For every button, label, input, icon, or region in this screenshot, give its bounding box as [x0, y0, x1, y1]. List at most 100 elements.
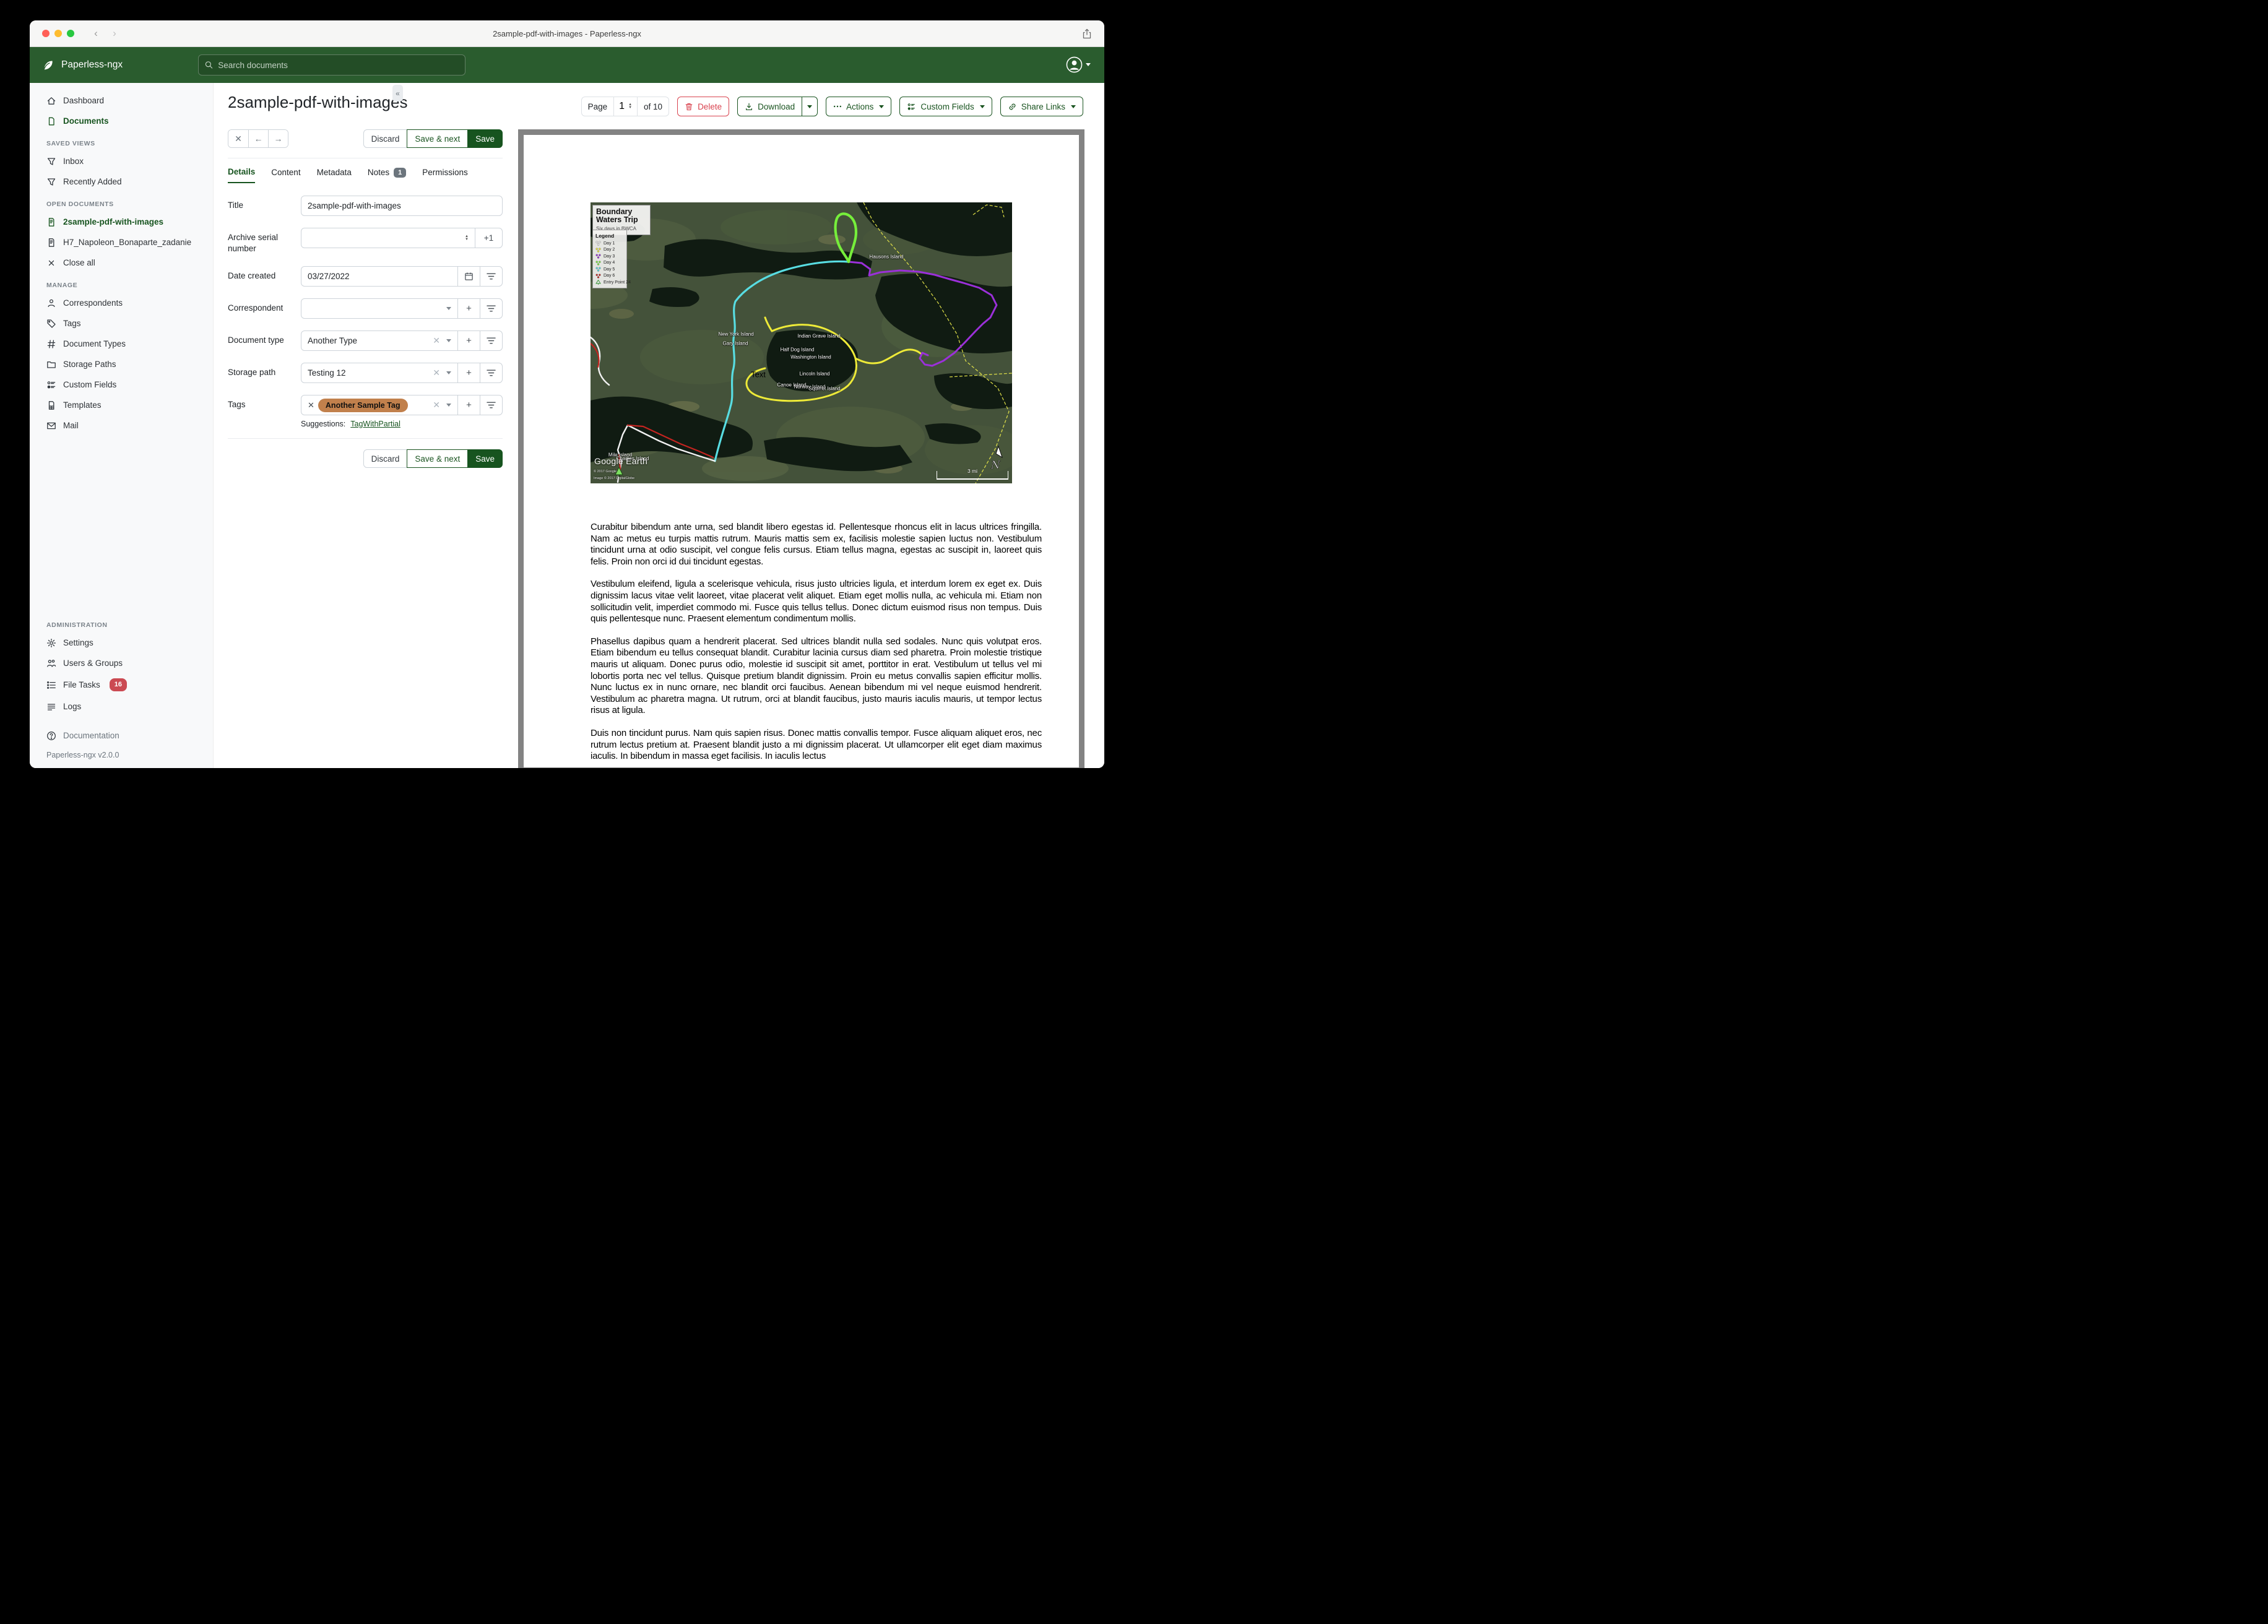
legend-title: Legend [595, 233, 615, 239]
tab-permissions[interactable]: Permissions [422, 167, 468, 183]
legend-item: Day 1 [595, 241, 624, 246]
legend-label: Entry Point 24 [604, 280, 631, 285]
route-dots-icon [595, 274, 601, 279]
custom-fields-button[interactable]: Custom Fields [899, 97, 992, 116]
page-stepper[interactable]: ▲ ▼ [628, 103, 632, 110]
paragraph: Duis non tincidunt purus. Nam quis sapie… [591, 727, 1042, 762]
storage-field-label: Storage path [228, 368, 276, 377]
sidebar-item-documents[interactable]: Documents [30, 111, 213, 131]
close-document-button[interactable]: ✕ [228, 130, 248, 147]
sidebar-item-close-all[interactable]: Close all [30, 253, 213, 273]
search-icon [205, 61, 213, 69]
previous-document-button[interactable]: ← [248, 130, 268, 147]
tags-filter-button[interactable] [480, 395, 502, 415]
remove-tag-icon[interactable]: ✕ [308, 400, 314, 410]
tag-chip[interactable]: Another Sample Tag [318, 398, 408, 412]
sidebar-item-open-doc-2[interactable]: H7_Napoleon_Bonaparte_zadanie [30, 232, 213, 253]
main-content: « 2sample-pdf-with-images Page 1 ▲ ▼ of 1… [214, 83, 1104, 768]
sidebar-item-label: Inbox [63, 157, 84, 166]
sidebar-item-recently-added[interactable]: Recently Added [30, 171, 213, 192]
chevron-down-icon [446, 339, 451, 342]
search-input[interactable] [218, 60, 459, 70]
sidebar-item-label: Document Types [63, 339, 126, 348]
discard-button[interactable]: Discard [363, 129, 408, 148]
gear-icon [46, 638, 56, 647]
clear-icon[interactable]: ✕ [433, 368, 440, 378]
page-number-value: 1 [619, 101, 625, 111]
sidebar: Dashboard Documents SAVED VIEWS Inbox Re… [30, 83, 214, 768]
search-bar[interactable] [198, 54, 465, 76]
doctype-select[interactable]: Another Type ✕ [301, 331, 457, 350]
tags-select[interactable]: ✕ Another Sample Tag ✕ [301, 395, 457, 415]
sidebar-item-storage-paths[interactable]: Storage Paths [30, 354, 213, 374]
sidebar-item-settings[interactable]: Settings [30, 633, 213, 653]
sidebar-item-mail[interactable]: Mail [30, 415, 213, 436]
pdf-preview-pane[interactable]: Boundary Waters Trip Six days in BWCA Le… [518, 129, 1084, 768]
tab-metadata[interactable]: Metadata [317, 167, 352, 183]
file-text-icon [48, 238, 54, 247]
sidebar-collapse-button[interactable]: « [392, 85, 403, 102]
save-next-button-bottom[interactable]: Save & next [407, 449, 469, 468]
share-links-button[interactable]: Share Links [1000, 97, 1083, 116]
brand[interactable]: Paperless-ngx [41, 58, 123, 72]
tab-content[interactable]: Content [271, 167, 300, 183]
tab-notes[interactable]: Notes 1 [368, 167, 407, 183]
add-tag-button[interactable]: + [457, 395, 480, 415]
save-button[interactable]: Save [467, 129, 503, 148]
suggestion-link[interactable]: TagWithPartial [350, 420, 400, 428]
date-created-input[interactable] [308, 272, 451, 281]
chevron-down-icon [446, 307, 451, 310]
sidebar-item-dashboard[interactable]: Dashboard [30, 90, 213, 111]
date-filter-button[interactable] [480, 267, 502, 286]
date-picker-button[interactable] [457, 267, 480, 286]
storage-filter-button[interactable] [480, 363, 502, 382]
asn-plus-one-button[interactable]: +1 [475, 228, 502, 248]
user-menu[interactable] [1066, 56, 1091, 73]
correspondent-filter-button[interactable] [480, 299, 502, 318]
sidebar-item-document-types[interactable]: Document Types [30, 334, 213, 354]
sidebar-item-tags[interactable]: Tags [30, 313, 213, 334]
sidebar-item-logs[interactable]: Logs [30, 696, 213, 717]
logs-icon [47, 703, 56, 710]
legend-label: Day 3 [604, 254, 615, 259]
paragraph: Curabitur bibendum ante urna, sed blandi… [591, 522, 1042, 567]
save-group-top: Discard Save & next Save [363, 129, 503, 148]
tab-details[interactable]: Details [228, 167, 256, 183]
save-button-bottom[interactable]: Save [467, 449, 503, 468]
custom-fields-icon [47, 381, 56, 389]
sidebar-item-users-groups[interactable]: Users & Groups [30, 653, 213, 673]
tree-icon [595, 280, 601, 285]
title-input[interactable] [308, 201, 496, 210]
delete-button[interactable]: Delete [677, 97, 730, 116]
clear-icon[interactable]: ✕ [433, 400, 440, 410]
document-title-heading: 2sample-pdf-with-images [228, 93, 408, 111]
sidebar-item-inbox[interactable]: Inbox [30, 151, 213, 171]
actions-button[interactable]: Actions [826, 97, 892, 116]
save-next-button[interactable]: Save & next [407, 129, 469, 148]
asn-stepper[interactable]: ▲ ▼ [465, 235, 469, 241]
page-number-input[interactable]: 1 ▲ ▼ [613, 97, 638, 116]
download-button[interactable]: Download [738, 97, 802, 116]
correspondent-select[interactable] [301, 299, 457, 318]
next-document-button[interactable]: → [268, 130, 288, 147]
share-icon[interactable] [1082, 28, 1092, 40]
clear-icon[interactable]: ✕ [433, 335, 440, 346]
add-doctype-button[interactable]: + [457, 331, 480, 350]
download-dropdown-toggle[interactable] [802, 97, 817, 116]
asn-input[interactable]: ▲ ▼ [301, 228, 475, 248]
legend-label: Day 6 [604, 274, 615, 278]
chevron-down-icon [979, 105, 985, 108]
sidebar-item-documentation[interactable]: Documentation [30, 725, 213, 746]
doctype-filter-button[interactable] [480, 331, 502, 350]
google-earth-watermark: Google Earth [594, 456, 648, 466]
add-storage-button[interactable]: + [457, 363, 480, 382]
add-correspondent-button[interactable]: + [457, 299, 480, 318]
sidebar-item-templates[interactable]: Templates [30, 395, 213, 415]
discard-button-bottom[interactable]: Discard [363, 449, 408, 468]
storage-select[interactable]: Testing 12 ✕ [301, 363, 457, 382]
close-icon [48, 260, 54, 266]
sidebar-item-custom-fields[interactable]: Custom Fields [30, 374, 213, 395]
sidebar-item-open-doc-1[interactable]: 2sample-pdf-with-images [30, 212, 213, 232]
sidebar-item-correspondents[interactable]: Correspondents [30, 293, 213, 313]
sidebar-item-file-tasks[interactable]: File Tasks 16 [30, 673, 213, 696]
